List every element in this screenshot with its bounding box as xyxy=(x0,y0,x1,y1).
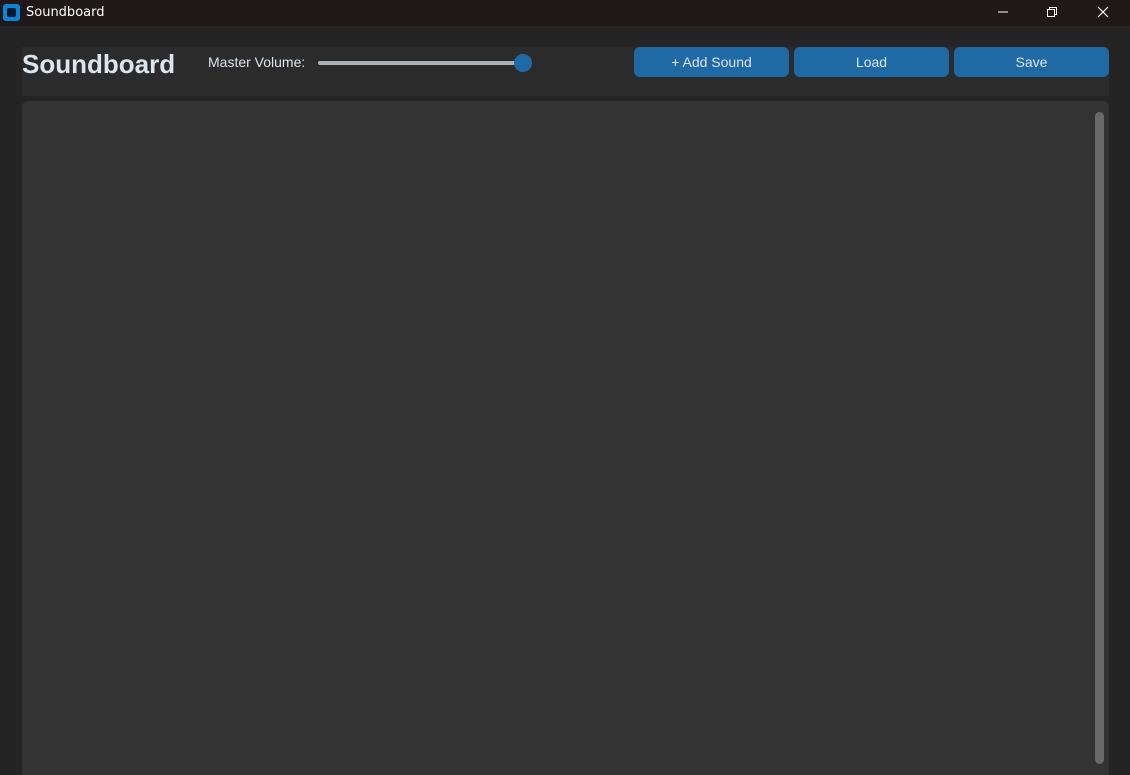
slider-thumb[interactable] xyxy=(514,54,532,72)
minimize-icon xyxy=(998,11,1008,13)
window-title: Soundboard xyxy=(26,5,105,20)
close-button[interactable] xyxy=(1080,0,1126,26)
close-icon xyxy=(1097,6,1109,18)
minimize-button[interactable] xyxy=(980,0,1026,26)
title-bar: Soundboard xyxy=(0,0,1130,26)
restore-button[interactable] xyxy=(1029,0,1075,26)
sound-list-panel xyxy=(22,101,1109,775)
scrollbar[interactable] xyxy=(1095,112,1104,764)
save-button[interactable]: Save xyxy=(954,47,1109,77)
master-volume-label: Master Volume: xyxy=(208,54,306,70)
add-sound-button[interactable]: + Add Sound xyxy=(634,47,789,77)
app-window: Soundboard Soundboard Master Volume: + A… xyxy=(0,0,1130,775)
app-icon xyxy=(3,4,20,21)
slider-fill xyxy=(318,61,523,65)
app-heading: Soundboard xyxy=(22,49,176,79)
master-volume-slider[interactable] xyxy=(318,54,532,72)
restore-icon xyxy=(1047,7,1057,17)
top-toolbar: Soundboard Master Volume: + Add Sound Lo… xyxy=(22,47,1109,96)
load-button[interactable]: Load xyxy=(794,47,949,77)
